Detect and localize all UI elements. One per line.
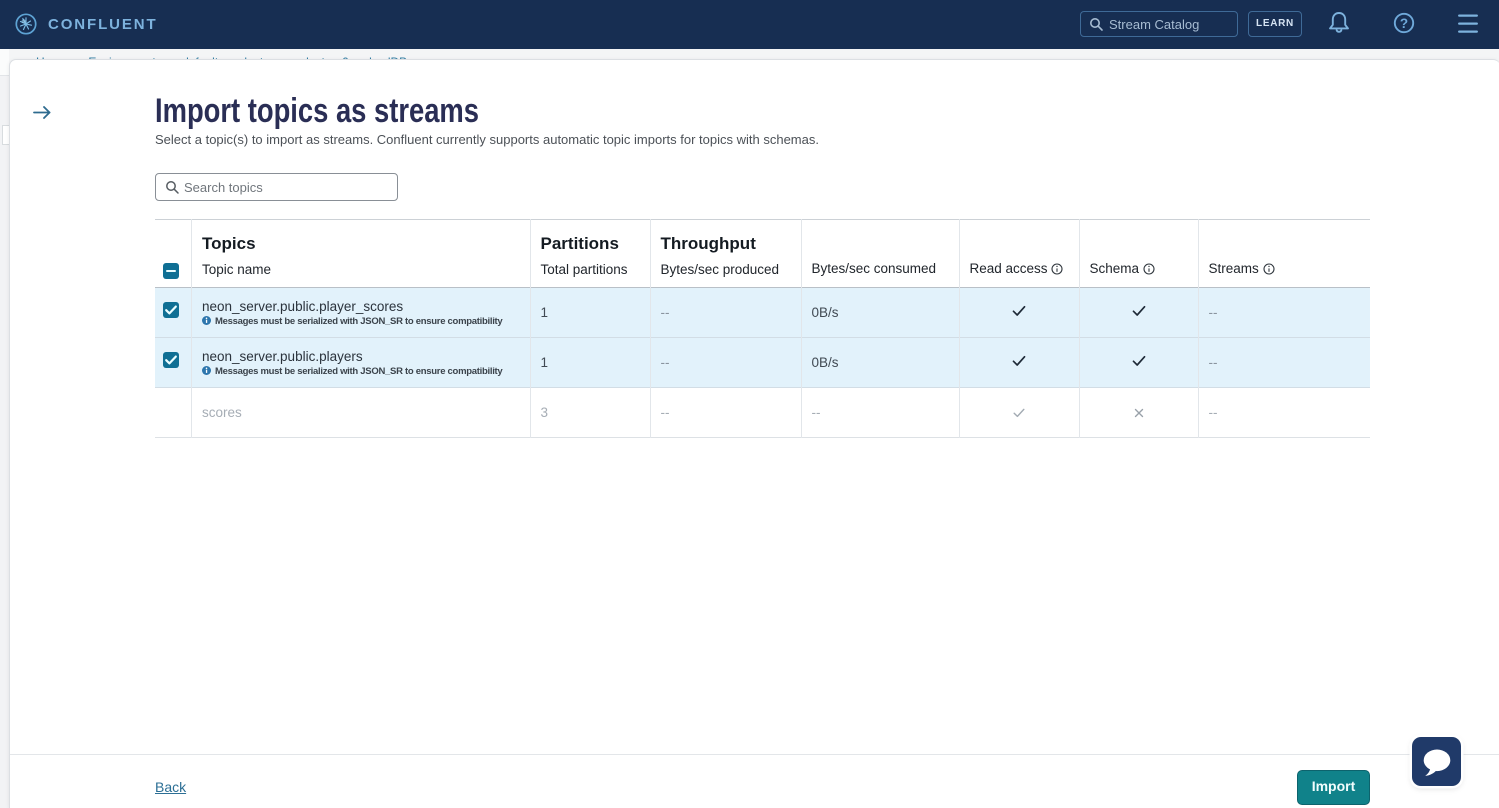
svg-text:?: ?	[1400, 16, 1408, 31]
